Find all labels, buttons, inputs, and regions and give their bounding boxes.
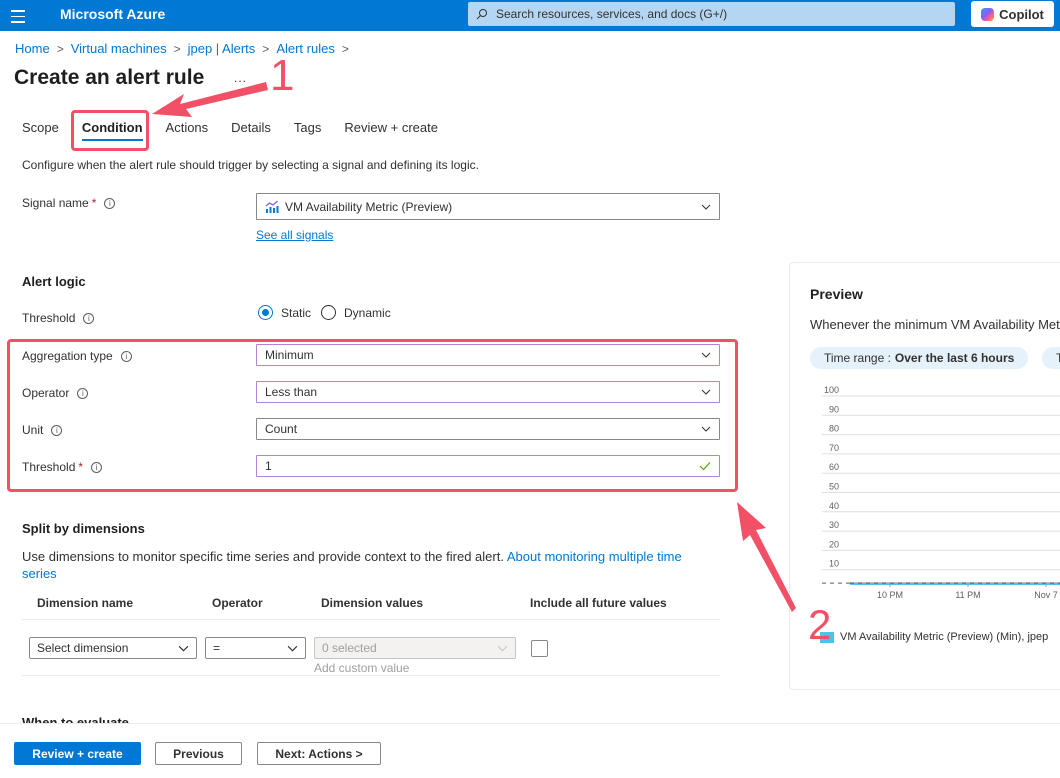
signal-name-value: VM Availability Metric (Preview) xyxy=(285,199,453,214)
tab-actions[interactable]: Actions xyxy=(166,120,209,141)
breadcrumb-virtual-machines[interactable]: Virtual machines xyxy=(71,41,167,56)
global-search-input[interactable]: Search resources, services, and docs (G+… xyxy=(468,2,955,26)
info-icon[interactable]: i xyxy=(104,197,116,209)
dynamic-radio[interactable] xyxy=(321,305,337,320)
dimension-name-placeholder: Select dimension xyxy=(37,641,129,655)
threshold-type-label: Threshold i xyxy=(22,311,95,325)
y-tick-label: 50 xyxy=(829,482,839,492)
x-tick-label: 11 PM xyxy=(955,590,980,600)
split-description-text: Use dimensions to monitor specific time … xyxy=(22,549,504,564)
col-dimension-values: Dimension values xyxy=(321,596,424,610)
copilot-button[interactable]: Copilot xyxy=(971,1,1054,27)
y-tick-label: 20 xyxy=(829,539,839,549)
page-title: Create an alert rule xyxy=(14,66,205,89)
chevron-right-icon: > xyxy=(262,41,270,56)
tab-scope[interactable]: Scope xyxy=(22,120,59,141)
time-range-pill[interactable]: Time range : Over the last 6 hours xyxy=(810,347,1029,369)
y-tick-label: 100 xyxy=(824,385,839,395)
threshold-type-text: Threshold xyxy=(22,311,76,325)
y-tick-label: 30 xyxy=(829,520,839,530)
signal-name-label: Signal name * i xyxy=(22,196,116,210)
legend-label: VM Availability Metric (Preview) (Min), … xyxy=(840,631,1049,643)
chevron-right-icon: > xyxy=(56,41,64,56)
annotation-number-2: 2 xyxy=(808,601,832,648)
brand-title[interactable]: Microsoft Azure xyxy=(60,6,165,22)
y-tick-label: 60 xyxy=(829,462,839,472)
search-placeholder: Search resources, services, and docs (G+… xyxy=(496,7,728,21)
chevron-down-icon xyxy=(178,645,189,652)
alert-logic-heading: Alert logic xyxy=(22,274,86,289)
y-tick-label: 40 xyxy=(829,501,839,511)
next-actions-button[interactable]: Next: Actions > xyxy=(257,742,381,765)
dimension-operator-value: = xyxy=(213,641,221,655)
x-tick-label: 10 PM xyxy=(877,590,903,600)
metric-chart-icon xyxy=(265,200,279,213)
breadcrumb-home[interactable]: Home xyxy=(15,41,50,56)
table-divider xyxy=(22,675,720,676)
see-all-signals-link[interactable]: See all signals xyxy=(256,228,333,242)
add-custom-value-hint: Add custom value xyxy=(314,661,410,675)
dynamic-radio-label[interactable]: Dynamic xyxy=(344,306,391,320)
y-tick-label: 80 xyxy=(829,424,839,434)
search-icon xyxy=(476,8,490,20)
preview-title: Preview xyxy=(810,286,863,302)
signal-name-text: Signal name xyxy=(22,196,89,210)
split-by-dimensions-heading: Split by dimensions xyxy=(22,521,145,536)
time-grain-pill[interactable]: T xyxy=(1042,347,1060,369)
signal-name-dropdown[interactable]: VM Availability Metric (Preview) xyxy=(256,193,720,220)
static-radio[interactable] xyxy=(258,305,273,320)
col-operator: Operator xyxy=(212,596,263,610)
col-dimension-name: Dimension name xyxy=(37,596,134,610)
col-include-future-values: Include all future values xyxy=(530,596,667,610)
condition-intro-text: Configure when the alert rule should tri… xyxy=(22,158,479,172)
info-icon[interactable]: i xyxy=(83,312,95,324)
copilot-logo-icon xyxy=(981,7,995,21)
chevron-right-icon: > xyxy=(341,41,349,56)
split-description: Use dimensions to monitor specific time … xyxy=(22,548,712,582)
chevron-down-icon xyxy=(497,645,508,652)
preview-chart: 10 20 30 40 50 60 70 80 90 100 10 PM 11 PM Nov 7 xyxy=(822,385,1060,600)
required-marker: * xyxy=(91,196,97,210)
chevron-down-icon xyxy=(701,204,711,210)
table-divider xyxy=(22,619,720,620)
dimension-name-dropdown[interactable]: Select dimension xyxy=(29,637,197,659)
annotation-arrow-2 xyxy=(737,502,796,612)
y-tick-label: 70 xyxy=(829,443,839,453)
hamburger-menu-icon[interactable] xyxy=(11,6,25,24)
tab-review-create[interactable]: Review + create xyxy=(344,120,438,141)
x-tick-label: Nov 7 xyxy=(1034,590,1058,600)
time-grain-label: T xyxy=(1056,351,1060,365)
dimension-values-placeholder: 0 selected xyxy=(322,641,377,655)
chevron-right-icon: > xyxy=(173,41,181,56)
breadcrumb: Home > Virtual machines > jpep | Alerts … xyxy=(15,41,356,56)
top-nav-bar: Microsoft Azure Search resources, servic… xyxy=(0,0,1060,31)
breadcrumb-jpep-alerts[interactable]: jpep | Alerts xyxy=(188,41,256,56)
time-range-label: Time range : xyxy=(824,351,891,365)
dimension-operator-dropdown[interactable]: = xyxy=(205,637,306,659)
chart-legend: VM Availability Metric (Preview) (Min), … xyxy=(820,631,1048,643)
time-range-value: Over the last 6 hours xyxy=(894,351,1015,365)
chevron-down-icon xyxy=(287,645,298,652)
y-tick-label: 10 xyxy=(829,559,839,569)
static-radio-label[interactable]: Static xyxy=(281,306,311,320)
previous-button[interactable]: Previous xyxy=(155,742,242,765)
copilot-label: Copilot xyxy=(999,6,1044,22)
threshold-type-radio-group: Static Dynamic xyxy=(258,305,401,320)
more-options-button[interactable]: ... xyxy=(234,71,247,85)
annotation-box-alert-logic xyxy=(7,339,738,492)
include-future-values-checkbox[interactable] xyxy=(531,640,548,657)
preview-description: Whenever the minimum VM Availability Met… xyxy=(810,317,1060,332)
annotation-box-condition-tab xyxy=(71,110,149,151)
dimension-values-dropdown: 0 selected xyxy=(314,637,516,659)
annotation-number-1: 1 xyxy=(270,51,295,100)
wizard-footer: Review + create Previous Next: Actions > xyxy=(0,723,1060,778)
y-tick-label: 90 xyxy=(829,404,839,414)
review-create-button[interactable]: Review + create xyxy=(14,742,141,765)
tab-details[interactable]: Details xyxy=(231,120,271,141)
tab-tags[interactable]: Tags xyxy=(294,120,321,141)
